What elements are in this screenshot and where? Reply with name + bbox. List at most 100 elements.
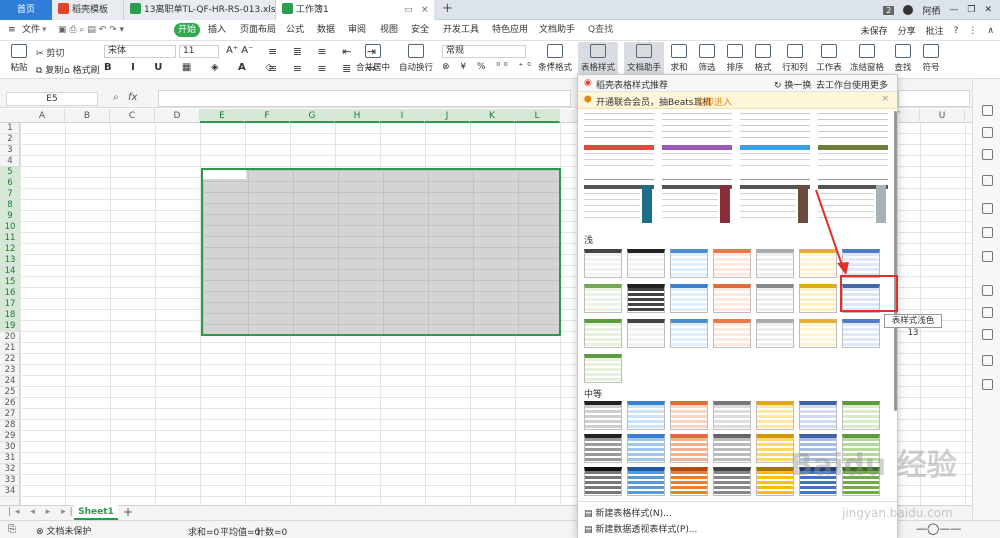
promo-link[interactable]: 立即进入 bbox=[696, 95, 732, 108]
medium-style-thumb[interactable] bbox=[713, 401, 751, 430]
menu-insert[interactable]: 插入 bbox=[208, 23, 226, 38]
paste-button[interactable]: 粘贴 bbox=[6, 42, 32, 78]
row-header[interactable]: 13 bbox=[0, 255, 20, 266]
row-header[interactable]: 23 bbox=[0, 365, 20, 376]
menu-special[interactable]: 特色应用 bbox=[492, 23, 528, 38]
more-link[interactable]: 去工作台使用更多 bbox=[816, 78, 888, 91]
number-format-select[interactable]: 常规 bbox=[442, 45, 526, 58]
sidebar-tool-icon[interactable] bbox=[982, 127, 993, 138]
row-header[interactable]: 2 bbox=[0, 134, 20, 145]
window-icon[interactable]: ▭ bbox=[404, 0, 413, 20]
row-header[interactable]: 29 bbox=[0, 431, 20, 442]
tab-xls-file[interactable]: 13离职单TL-QF-HR-RS-013.xls⚠× bbox=[124, 0, 276, 20]
font-size-select[interactable]: 11 bbox=[179, 45, 219, 58]
quick-access-icons[interactable]: ▣ ⎙ ⌕ ▤ ↶ ↷ ▾ bbox=[58, 23, 124, 38]
light-style-thumb[interactable] bbox=[627, 284, 665, 313]
avatar[interactable] bbox=[903, 5, 914, 15]
row-header[interactable]: 5 bbox=[0, 167, 20, 178]
zoom-icon[interactable]: ⌕ bbox=[113, 92, 119, 103]
row-header[interactable]: 28 bbox=[0, 420, 20, 431]
sidebar-tool-icon[interactable] bbox=[982, 227, 993, 238]
more-icon[interactable]: ⋮ bbox=[968, 26, 977, 36]
sort-button[interactable]: 排序 bbox=[722, 42, 748, 78]
protect-status[interactable]: ⊗ 文档未保护 bbox=[36, 524, 91, 537]
light-style-thumb[interactable] bbox=[842, 249, 880, 278]
medium-style-thumb[interactable] bbox=[756, 434, 794, 463]
sidebar-tool-icon[interactable] bbox=[982, 355, 993, 366]
row-header[interactable]: 25 bbox=[0, 387, 20, 398]
column-header[interactable]: H bbox=[335, 109, 380, 123]
row-header[interactable]: 31 bbox=[0, 453, 20, 464]
switch-button[interactable]: ↻ 换一换 bbox=[774, 78, 811, 91]
light-style-thumb[interactable] bbox=[584, 249, 622, 278]
column-header[interactable]: B bbox=[65, 109, 110, 123]
close-icon[interactable]: × bbox=[881, 94, 889, 104]
symbol-button[interactable]: 符号 bbox=[918, 42, 944, 78]
status-icon[interactable]: ⎘ bbox=[8, 524, 16, 535]
format-button[interactable]: 格式 bbox=[750, 42, 776, 78]
column-header[interactable]: E bbox=[200, 109, 245, 123]
column-header[interactable]: L bbox=[515, 109, 560, 123]
tab-workbook[interactable]: 工作簿1 ▭ × bbox=[276, 0, 434, 20]
menu-formula[interactable]: 公式 bbox=[286, 23, 304, 38]
row-header[interactable]: 7 bbox=[0, 189, 20, 200]
sheet-tab[interactable]: Sheet1 bbox=[74, 505, 118, 520]
medium-style-thumb[interactable] bbox=[627, 401, 665, 430]
column-header[interactable]: J bbox=[425, 109, 470, 123]
menu-doc-helper[interactable]: 文档助手 bbox=[539, 23, 575, 38]
unsaved-status[interactable]: 未保存 bbox=[861, 24, 888, 37]
hamburger-icon[interactable]: ≡ bbox=[8, 23, 16, 38]
column-header[interactable]: F bbox=[245, 109, 290, 123]
row-header[interactable]: 10 bbox=[0, 222, 20, 233]
medium-style-thumb[interactable] bbox=[670, 434, 708, 463]
sidebar-tool-icon[interactable] bbox=[982, 203, 993, 214]
row-header[interactable]: 21 bbox=[0, 343, 20, 354]
row-header[interactable]: 34 bbox=[0, 486, 20, 497]
light-style-thumb[interactable] bbox=[842, 319, 880, 348]
conditional-format-button[interactable]: 条件格式 bbox=[536, 42, 574, 78]
sum-button[interactable]: 求和 bbox=[666, 42, 692, 78]
menu-data[interactable]: 数据 bbox=[317, 23, 335, 38]
row-header[interactable]: 8 bbox=[0, 200, 20, 211]
row-header[interactable]: 32 bbox=[0, 464, 20, 475]
formula-input[interactable] bbox=[158, 90, 571, 107]
row-header[interactable]: 19 bbox=[0, 321, 20, 332]
row-header[interactable]: 33 bbox=[0, 475, 20, 486]
light-style-thumb[interactable] bbox=[627, 249, 665, 278]
sidebar-tool-icon[interactable] bbox=[982, 251, 993, 262]
row-header[interactable]: 17 bbox=[0, 299, 20, 310]
light-style-thumb[interactable] bbox=[584, 354, 622, 383]
select-icon[interactable] bbox=[982, 105, 993, 116]
light-style-thumb[interactable] bbox=[756, 249, 794, 278]
chevron-down-icon[interactable]: ▾ bbox=[42, 23, 47, 38]
medium-style-thumb[interactable] bbox=[713, 467, 751, 496]
font-style-icons[interactable]: B I U ▦ ◈ A ◇ bbox=[104, 62, 281, 73]
promo-banner[interactable]: ⬢ 开通联合会员，抽Beats耳机 立即进入 × bbox=[578, 92, 897, 109]
name-box[interactable]: E5 bbox=[6, 92, 98, 106]
menu-start[interactable]: 开始 bbox=[174, 23, 200, 37]
row-header[interactable]: 4 bbox=[0, 156, 20, 167]
light-style-thumb[interactable] bbox=[799, 284, 837, 313]
column-header[interactable]: U bbox=[920, 109, 965, 123]
row-header[interactable]: 22 bbox=[0, 354, 20, 365]
light-style-thumb[interactable] bbox=[713, 249, 751, 278]
medium-style-thumb[interactable] bbox=[713, 434, 751, 463]
menu-search[interactable]: Q查找 bbox=[588, 23, 613, 38]
medium-style-thumb[interactable] bbox=[670, 467, 708, 496]
sidebar-tool-icon[interactable] bbox=[982, 307, 993, 318]
recommended-styles[interactable] bbox=[582, 109, 894, 229]
light-style-thumb[interactable] bbox=[713, 284, 751, 313]
light-style-thumb[interactable] bbox=[670, 249, 708, 278]
new-tab-icon[interactable]: + bbox=[442, 1, 453, 16]
row-header[interactable]: 20 bbox=[0, 332, 20, 343]
medium-style-thumb[interactable] bbox=[584, 467, 622, 496]
close-tab-icon[interactable]: × bbox=[421, 0, 429, 20]
font-grow-icon[interactable]: A⁺ A⁻ bbox=[226, 45, 253, 56]
medium-style-thumb[interactable] bbox=[627, 434, 665, 463]
fx-icon[interactable]: fx bbox=[128, 92, 137, 103]
light-style-thumb[interactable] bbox=[627, 319, 665, 348]
row-header[interactable]: 27 bbox=[0, 409, 20, 420]
popup-scrollbar[interactable] bbox=[894, 111, 897, 411]
sidebar-tool-icon[interactable] bbox=[982, 379, 993, 390]
maximize-icon[interactable]: ❐ bbox=[967, 5, 975, 15]
